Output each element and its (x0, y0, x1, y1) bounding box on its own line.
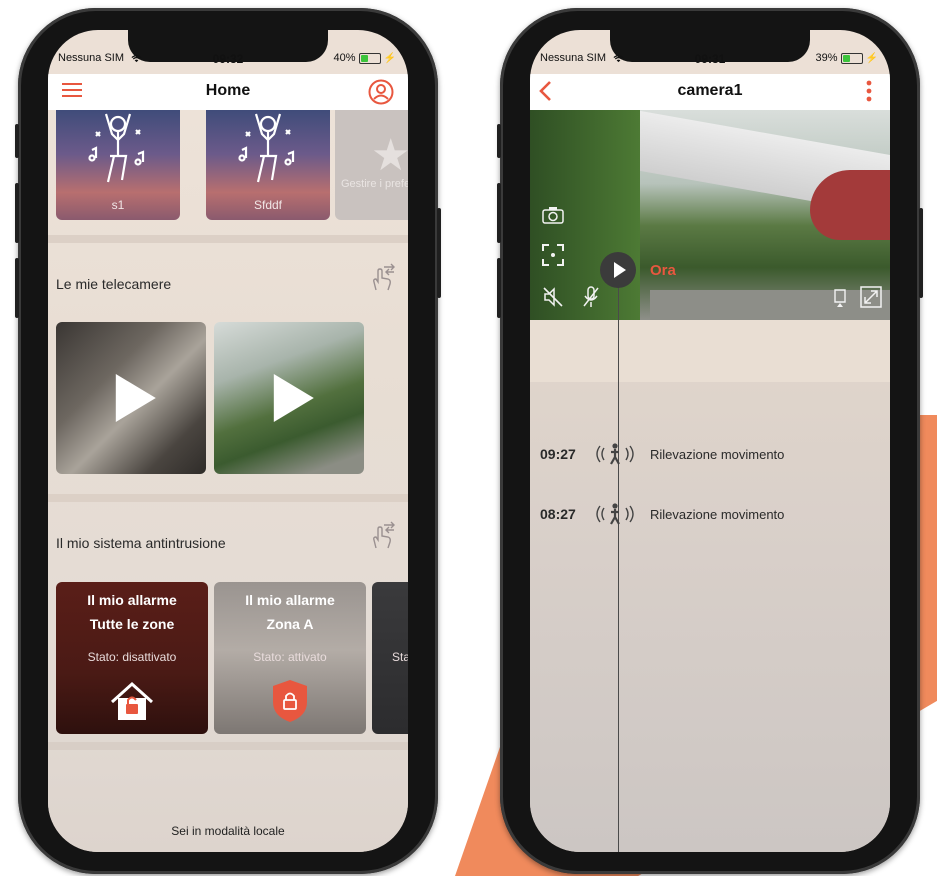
alarm-card-partial[interactable]: Il Stato (372, 582, 408, 734)
shield-lock-icon (273, 680, 307, 722)
favorite-label: s1 (111, 198, 125, 212)
battery-percent: 39% (815, 52, 838, 64)
more-vertical-icon[interactable] (866, 80, 872, 106)
phone-home: Nessuna SIM 09:32 40% ⚡ Home s1 Sfddf ★ … (15, 8, 441, 874)
timeline-line (618, 260, 619, 852)
section-divider (48, 494, 408, 502)
dancing-person-icon (88, 113, 145, 183)
camera-screen: Nessuna SIM 09:31 39% ⚡ camera1 Ora 09:2… (530, 30, 890, 852)
volume-up-button (497, 183, 501, 243)
alarm-card-status: Stato: attivato (253, 650, 327, 664)
timeline-play-button[interactable] (600, 252, 636, 288)
house-unlocked-icon (110, 681, 154, 720)
volume-down-button (497, 258, 501, 318)
user-account-icon[interactable] (368, 79, 394, 109)
alarm-card-title: Il mio allarme (245, 592, 335, 608)
battery-icon (840, 52, 863, 64)
pan-tilt-icon[interactable] (830, 286, 850, 313)
swipe-gesture-icon (373, 521, 395, 549)
motion-detection-icon (590, 442, 650, 466)
cameras-section-title: Le mie telecamere (56, 276, 172, 292)
alarm-card-title: Il mio allarme (87, 592, 177, 608)
alarm-section-title: Il mio sistema antintrusione (56, 535, 226, 551)
motion-detection-icon (590, 502, 650, 526)
play-icon (115, 374, 156, 422)
status-bar: Nessuna SIM 09:32 40% ⚡ (48, 30, 408, 70)
home-content: s1 Sfddf ★ Gestire i preferiti (48, 110, 408, 852)
camera-live-view[interactable] (530, 110, 890, 320)
power-button (919, 208, 923, 298)
status-bar: Nessuna SIM 09:31 39% ⚡ (530, 30, 890, 70)
event-label: Rilevazione movimento (650, 506, 785, 522)
alarm-card-all-zones[interactable]: Il mio allarme Tutte le zone Stato: disa… (56, 582, 208, 734)
timeline-event[interactable]: 09:27 Rilevazione movimento (540, 442, 784, 466)
camera-content (530, 110, 890, 852)
battery-fill (842, 54, 850, 62)
alarm-card-zone: Zona A (266, 616, 314, 632)
camera-thumbnail[interactable] (214, 322, 364, 474)
alarm-card-status: Stato (392, 650, 408, 664)
local-mode-footer: Sei in modalità locale (171, 824, 285, 838)
page-title: Home (205, 82, 251, 99)
fullscreen-icon[interactable] (860, 286, 882, 313)
favorite-tile[interactable]: s1 (56, 110, 180, 220)
event-time: 09:27 (540, 446, 576, 462)
volume-up-button (15, 183, 19, 243)
manage-favorites-tile[interactable]: ★ Gestire i preferiti (335, 110, 408, 220)
battery-percent: 40% (333, 52, 356, 64)
mute-switch (497, 124, 501, 158)
microphone-icon[interactable] (582, 286, 600, 313)
battery-fill (360, 54, 368, 62)
page-title: camera1 (677, 82, 743, 99)
dancing-person-icon (238, 113, 295, 183)
alarm-card-zone-a[interactable]: Il mio allarme Zona A Stato: attivato (214, 582, 366, 734)
timeline-event[interactable]: 08:27 Rilevazione movimento (540, 502, 784, 526)
camera-snapshot-icon[interactable] (542, 206, 564, 229)
power-button (437, 208, 441, 298)
event-label: Rilevazione movimento (650, 446, 785, 462)
event-time: 08:27 (540, 506, 576, 522)
battery-icon (358, 52, 381, 64)
alarm-card-zone: Tutte le zone (89, 616, 175, 632)
section-divider (48, 235, 408, 243)
star-icon: ★ (371, 131, 408, 180)
favorite-label: Sfddf (253, 198, 283, 212)
now-label: Ora (650, 262, 676, 279)
timeline-now-row (530, 320, 890, 382)
camera-thumbnail[interactable] (56, 322, 206, 474)
volume-down-button (15, 258, 19, 318)
focus-frame-icon[interactable] (542, 244, 564, 271)
mute-switch (15, 124, 19, 158)
nav-bar: camera1 (530, 74, 890, 110)
charging-icon: ⚡ (383, 52, 396, 64)
favorite-tile[interactable]: Sfddf (206, 110, 330, 220)
home-screen: Nessuna SIM 09:32 40% ⚡ Home s1 Sfddf ★ … (48, 30, 408, 852)
charging-icon: ⚡ (865, 52, 878, 64)
nav-bar: Home (48, 74, 408, 110)
phone-camera: Nessuna SIM 09:31 39% ⚡ camera1 Ora 09:2… (497, 8, 923, 874)
alarm-card-status: Stato: disattivato (87, 650, 177, 664)
play-icon (273, 374, 314, 422)
swipe-gesture-icon (373, 263, 395, 291)
manage-favorites-label: Gestire i preferiti (341, 178, 408, 190)
speaker-mute-icon[interactable] (542, 286, 564, 313)
favorites-row: s1 Sfddf ★ Gestire i preferiti (48, 110, 408, 240)
section-divider (48, 742, 408, 750)
alarm-cards-row: Il mio allarme Tutte le zone Stato: disa… (48, 582, 408, 734)
